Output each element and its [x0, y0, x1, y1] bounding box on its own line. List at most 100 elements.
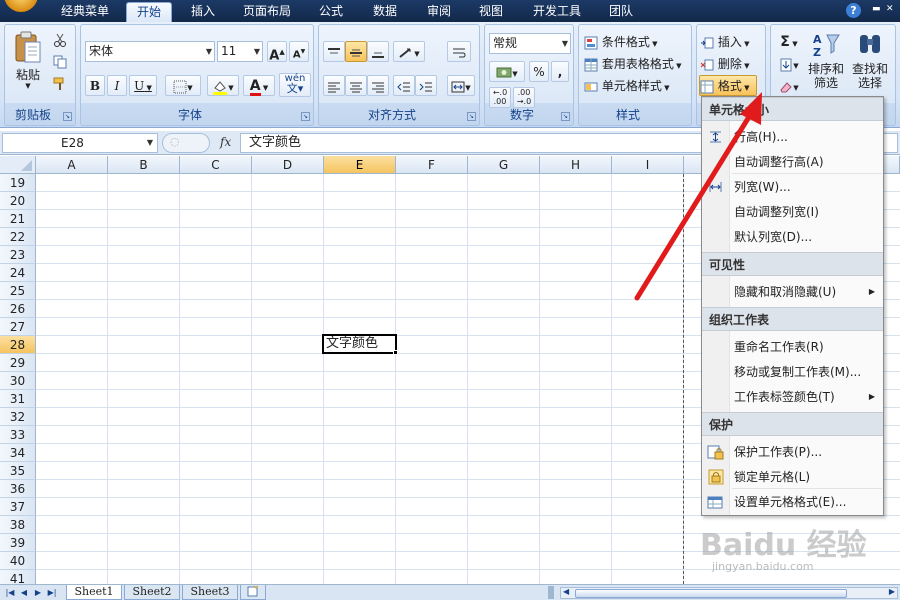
tab-page-layout[interactable]: 页面布局	[234, 2, 300, 22]
tab-developer[interactable]: 开发工具	[524, 2, 590, 22]
row-header-27[interactable]: 27	[0, 318, 36, 336]
fill-button[interactable]: ▼	[775, 53, 803, 74]
row-header-32[interactable]: 32	[0, 408, 36, 426]
next-sheet-icon[interactable]: ▶	[32, 587, 44, 599]
row-header-25[interactable]: 25	[0, 282, 36, 300]
insert-cells-button[interactable]: 插入 ▼	[699, 31, 763, 52]
column-header-g[interactable]: G	[468, 156, 540, 174]
minimize-icon[interactable]: ▬	[872, 4, 882, 14]
select-all-button[interactable]	[0, 156, 36, 174]
tab-review[interactable]: 审阅	[416, 2, 462, 22]
row-header-30[interactable]: 30	[0, 372, 36, 390]
conditional-formatting-button[interactable]: 条件格式 ▼	[583, 31, 689, 52]
merge-center-button[interactable]: ▼	[447, 75, 475, 96]
clear-button[interactable]: ▼	[775, 75, 803, 96]
column-header-d[interactable]: D	[252, 156, 324, 174]
menu-item[interactable]: 行高(H)...	[702, 125, 883, 149]
tab-formulas[interactable]: 公式	[308, 2, 354, 22]
align-middle-button[interactable]	[345, 41, 367, 62]
insert-function-button[interactable]: fx	[220, 135, 231, 149]
scroll-thumb[interactable]	[575, 589, 847, 598]
bold-button[interactable]: B	[85, 75, 105, 96]
menu-item[interactable]: 默认列宽(D)...	[702, 225, 883, 249]
format-as-table-button[interactable]: 套用表格格式 ▼	[583, 53, 689, 74]
column-header-b[interactable]: B	[108, 156, 180, 174]
tab-classic-menu[interactable]: 经典菜单	[52, 2, 118, 22]
name-box[interactable]: E28 ▼	[2, 133, 158, 153]
row-header-34[interactable]: 34	[0, 444, 36, 462]
grow-font-button[interactable]: A▲	[267, 41, 287, 63]
menu-item[interactable]: 重命名工作表(R)	[702, 335, 883, 359]
office-button[interactable]	[4, 0, 38, 12]
font-dialog-launcher[interactable]: ↘	[301, 112, 310, 121]
sort-filter-button[interactable]: AZ 排序和 筛选	[805, 31, 847, 97]
sheet-tab-1[interactable]: Sheet1	[66, 585, 122, 600]
row-header-22[interactable]: 22	[0, 228, 36, 246]
tab-view[interactable]: 视图	[468, 2, 514, 22]
tab-insert[interactable]: 插入	[180, 2, 226, 22]
row-header-39[interactable]: 39	[0, 534, 36, 552]
align-bottom-button[interactable]	[367, 41, 389, 62]
sheet-tab-3[interactable]: Sheet3	[182, 585, 238, 600]
borders-button[interactable]: ▼	[165, 75, 201, 96]
tab-home[interactable]: 开始	[126, 2, 172, 22]
scroll-left-icon[interactable]: ◀	[563, 587, 569, 596]
row-header-23[interactable]: 23	[0, 246, 36, 264]
cut-icon[interactable]	[53, 33, 67, 47]
format-cells-dropdown-button[interactable]: 格式 ▼	[699, 75, 757, 96]
accounting-format-button[interactable]: ▼	[489, 61, 525, 82]
menu-item[interactable]: 自动调整列宽(I)	[702, 200, 883, 224]
menu-item[interactable]: 锁定单元格(L)	[702, 465, 883, 489]
help-icon[interactable]: ?	[846, 3, 861, 18]
number-dialog-launcher[interactable]: ↘	[561, 112, 570, 121]
row-header-38[interactable]: 38	[0, 516, 36, 534]
tab-data[interactable]: 数据	[362, 2, 408, 22]
column-header-f[interactable]: F	[396, 156, 468, 174]
column-header-e[interactable]: E	[324, 156, 396, 174]
wrap-text-button[interactable]	[447, 41, 471, 62]
menu-item[interactable]: 列宽(W)...	[702, 175, 883, 199]
menu-item[interactable]: 工作表标签颜色(T) ▶	[702, 385, 883, 409]
menu-item[interactable]: 自动调整行高(A)	[702, 150, 883, 174]
row-header-28[interactable]: 28	[0, 336, 36, 354]
tab-team[interactable]: 团队	[598, 2, 644, 22]
increase-decimal-button[interactable]: ←.0.00	[489, 87, 511, 108]
align-center-button[interactable]	[345, 75, 367, 96]
row-header-20[interactable]: 20	[0, 192, 36, 210]
italic-button[interactable]: I	[107, 75, 127, 96]
underline-button[interactable]: U ▼	[129, 75, 157, 96]
row-header-33[interactable]: 33	[0, 426, 36, 444]
row-header-41[interactable]: 41	[0, 570, 36, 584]
row-header-21[interactable]: 21	[0, 210, 36, 228]
last-sheet-icon[interactable]: ▶|	[46, 587, 58, 599]
column-header-h[interactable]: H	[540, 156, 612, 174]
row-header-35[interactable]: 35	[0, 462, 36, 480]
sheet-tab-2[interactable]: Sheet2	[124, 585, 180, 600]
active-cell[interactable]: 文字颜色	[322, 334, 397, 354]
column-header-i[interactable]: I	[612, 156, 684, 174]
number-format-select[interactable]: 常规 ▼	[489, 33, 571, 54]
phonetic-guide-button[interactable]: wén 文▾	[279, 73, 311, 97]
row-header-19[interactable]: 19	[0, 174, 36, 192]
first-sheet-icon[interactable]: |◀	[4, 587, 16, 599]
menu-item[interactable]: 隐藏和取消隐藏(U) ▶	[702, 280, 883, 304]
alignment-dialog-launcher[interactable]: ↘	[467, 112, 476, 121]
percent-style-button[interactable]: %	[529, 61, 549, 82]
copy-icon[interactable]	[53, 55, 67, 69]
row-header-37[interactable]: 37	[0, 498, 36, 516]
orientation-button[interactable]: ▼	[393, 41, 425, 62]
format-painter-icon[interactable]	[53, 77, 67, 91]
row-header-36[interactable]: 36	[0, 480, 36, 498]
menu-item[interactable]: 移动或复制工作表(M)...	[702, 360, 883, 384]
menu-item[interactable]: 保护工作表(P)...	[702, 440, 883, 464]
decrease-decimal-button[interactable]: .00 →.0	[513, 87, 535, 108]
font-name-select[interactable]: 宋体 ▼	[85, 41, 215, 62]
fill-color-button[interactable]: ▼	[207, 75, 239, 96]
clipboard-dialog-launcher[interactable]: ↘	[63, 112, 72, 121]
comma-style-button[interactable]: ,	[551, 61, 569, 82]
fill-handle[interactable]	[393, 350, 398, 355]
autosum-button[interactable]: Σ ▼	[775, 31, 803, 52]
row-header-29[interactable]: 29	[0, 354, 36, 372]
horizontal-scrollbar[interactable]: ◀ ▶	[560, 587, 898, 599]
align-left-button[interactable]	[323, 75, 345, 96]
